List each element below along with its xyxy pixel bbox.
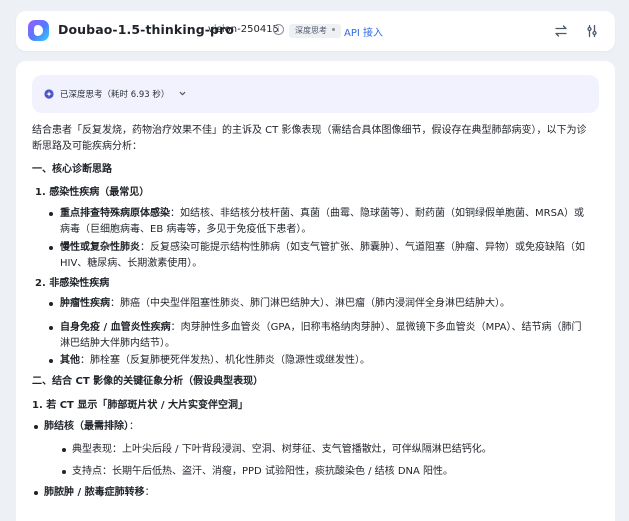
subheading-noninfection: 2. 非感染性疾病 <box>35 278 110 289</box>
sparkle-icon <box>44 89 54 99</box>
section-heading-2: 二、结合 CT 影像的关键征象分析（假设典型表现） <box>32 376 264 387</box>
bullet-dot <box>49 326 53 330</box>
bullet-dot <box>49 302 53 306</box>
thinking-toggle[interactable]: 已深度思考（耗时 6.93 秒） <box>32 75 599 113</box>
mode-dot-icon <box>332 28 335 31</box>
list-item: 支持点：长期午后低热、盗汗、消瘦，PPD 试验阳性，痰抗酸染色 / 结核 DNA… <box>72 466 454 477</box>
list-item: 肺脓肿 / 脓毒症肺转移： <box>44 487 155 498</box>
list-item-continued: HIV、糖尿病、长期激素使用）。 <box>60 258 203 269</box>
bullet-dot <box>49 212 53 216</box>
list-item: 慢性或复杂性肺炎：反复感染可能提示结构性肺病（如支气管扩张、肺囊肿）、气道阻塞（… <box>60 242 585 253</box>
list-item: 典型表现：上叶尖后段 / 下叶背段浸润、空洞、树芽征、支气管播散灶，可伴纵隔淋巴… <box>72 444 492 455</box>
top-bar: Doubao-1.5-thinking-pro vision-250415 i … <box>16 11 615 51</box>
bullet-dot <box>49 359 53 363</box>
list-item: 其他：肺栓塞（反复肺梗死伴发热）、机化性肺炎（隐源性或继发性）。 <box>60 355 370 366</box>
list-item: 肿瘤性疾病：肺癌（中央型伴阻塞性肺炎、肺门淋巴结肿大）、淋巴瘤（肺内浸润伴全身淋… <box>60 298 510 309</box>
bullet-dot <box>34 491 38 495</box>
info-icon[interactable]: i <box>273 24 284 35</box>
section-heading-1: 一、核心诊断思路 <box>32 164 112 175</box>
tune-icon[interactable] <box>584 23 600 39</box>
chevron-down-icon[interactable] <box>178 89 187 98</box>
subheading-infection: 1. 感染性疾病（最常见） <box>35 187 150 198</box>
api-access-link[interactable]: API 接入 <box>344 24 383 39</box>
model-version[interactable]: vision-250415 <box>208 24 279 35</box>
bullet-dot <box>62 470 66 474</box>
intro-line-2: 断思路及可能疾病分析： <box>32 141 142 152</box>
thinking-mode-tag[interactable]: 深度思考 <box>289 24 341 38</box>
bullet-dot <box>62 448 66 452</box>
list-item: 自身免疫 / 血管炎性疾病：肉芽肿性多血管炎（GPA，旧称韦格纳肉芽肿）、显微镜… <box>60 322 582 333</box>
intro-line-1: 结合患者「反复发烧，药物治疗效果不佳」的主诉及 CT 影像表现（需结合具体图像细… <box>32 125 587 136</box>
bullet-dot <box>34 425 38 429</box>
list-item: 重点排查特殊病原体感染：如结核、非结核分枝杆菌、真菌（曲霉、隐球菌等）、耐药菌（… <box>60 208 584 219</box>
bullet-dot <box>49 246 53 250</box>
list-item-continued: 淋巴结肿大伴肺内结节）。 <box>60 338 175 349</box>
chat-response: 已深度思考（耗时 6.93 秒） 结合患者「反复发烧，药物治疗效果不佳」的主诉及… <box>16 61 615 521</box>
subheading-ct-consolidation: 1. 若 CT 显示「肺部斑片状 / 大片实变伴空洞」 <box>32 400 248 411</box>
list-item: 肺结核（最需排除）： <box>44 421 139 432</box>
list-item-continued: 病毒（巨细胞病毒、EB 病毒等，多见于免疫低下患者）。 <box>60 224 312 235</box>
thinking-label: 已深度思考（耗时 6.93 秒） <box>60 90 170 100</box>
mode-tag-label: 深度思考 <box>295 26 327 35</box>
doubao-logo-icon <box>28 20 49 41</box>
swap-icon[interactable] <box>553 23 569 39</box>
